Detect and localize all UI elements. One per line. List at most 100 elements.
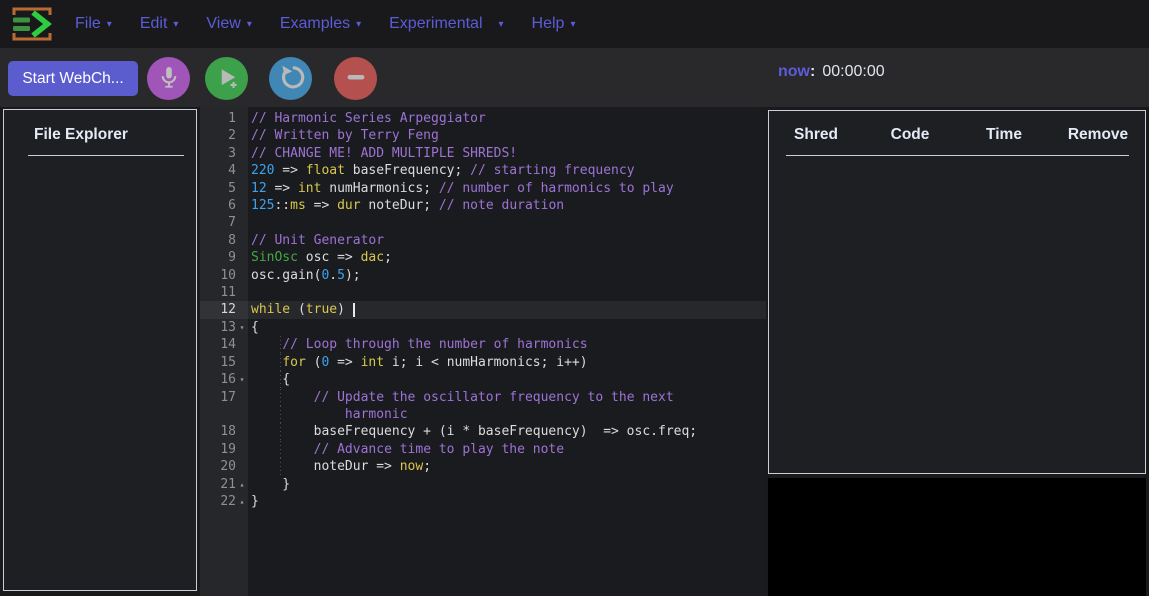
gutter-cell[interactable]: 9: [200, 249, 248, 266]
gutter-cell[interactable]: [200, 406, 248, 423]
menu-examples[interactable]: Examples▾: [280, 15, 361, 33]
gutter-cell[interactable]: 22▴: [200, 493, 248, 510]
gutter-cell[interactable]: 16▾: [200, 371, 248, 388]
token: // starting frequency: [470, 163, 634, 178]
code-editor[interactable]: 1// Harmonic Series Arpeggiator2// Writt…: [200, 107, 766, 596]
menu-edit-label: Edit: [140, 15, 168, 33]
gutter-cell[interactable]: 3: [200, 145, 248, 162]
toolbar: Start WebCh...: [0, 48, 1149, 107]
remove-shred-button[interactable]: [334, 57, 377, 100]
code-line-wrap[interactable]: harmonic: [200, 406, 766, 423]
fold-up-icon[interactable]: ▴: [236, 476, 248, 493]
token: // CHANGE ME! ADD MULTIPLE SHREDS!: [251, 146, 517, 161]
code-line-15[interactable]: 15 for (0 => int i; i < numHarmonics; i+…: [200, 354, 766, 371]
code-line-18[interactable]: 18 baseFrequency + (i * baseFrequency) =…: [200, 423, 766, 440]
code-text[interactable]: // Update the oscillator frequency to th…: [248, 389, 766, 406]
replace-shred-button[interactable]: [269, 57, 312, 100]
gutter-cell[interactable]: 14: [200, 336, 248, 353]
code-line-6[interactable]: 6125::ms => dur noteDur; // note duratio…: [200, 197, 766, 214]
code-line-11[interactable]: 11: [200, 284, 766, 301]
code-line-3[interactable]: 3// CHANGE ME! ADD MULTIPLE SHREDS!: [200, 145, 766, 162]
code-text[interactable]: 220 => float baseFrequency; // starting …: [248, 162, 766, 179]
gutter-cell[interactable]: 6: [200, 197, 248, 214]
code-text[interactable]: }: [248, 493, 766, 510]
code-text[interactable]: {: [248, 319, 766, 336]
gutter-cell[interactable]: 21▴: [200, 476, 248, 493]
code-line-4[interactable]: 4220 => float baseFrequency; // starting…: [200, 162, 766, 179]
start-webchuck-button[interactable]: Start WebCh...: [8, 61, 138, 96]
gutter-cell[interactable]: 12: [200, 301, 248, 318]
gutter-cell[interactable]: 18: [200, 423, 248, 440]
gutter-cell[interactable]: 19: [200, 441, 248, 458]
remove-shred-icon: [342, 63, 370, 94]
menu-experimental[interactable]: Experimental▾: [389, 15, 503, 33]
code-text[interactable]: // Advance time to play the note: [248, 441, 766, 458]
gutter-cell[interactable]: 13▾: [200, 319, 248, 336]
chevron-down-icon: ▾: [247, 20, 252, 30]
code-line-19[interactable]: 19 // Advance time to play the note: [200, 441, 766, 458]
gutter-cell[interactable]: 1: [200, 110, 248, 127]
token: [251, 390, 314, 405]
code-line-22[interactable]: 22▴}: [200, 493, 766, 510]
add-shred-button[interactable]: [205, 57, 248, 100]
code-line-9[interactable]: 9SinOsc osc => dac;: [200, 249, 766, 266]
token: ;: [423, 459, 431, 474]
gutter-cell[interactable]: 10: [200, 267, 248, 284]
gutter-cell[interactable]: 11: [200, 284, 248, 301]
menu-help[interactable]: Help▾: [532, 15, 576, 33]
fold-down-icon[interactable]: ▾: [236, 319, 248, 336]
code-text[interactable]: while (true): [248, 301, 766, 318]
gutter-cell[interactable]: 4: [200, 162, 248, 179]
code-line-21[interactable]: 21▴ }: [200, 476, 766, 493]
code-line-7[interactable]: 7: [200, 214, 766, 231]
code-text[interactable]: for (0 => int i; i < numHarmonics; i++): [248, 354, 766, 371]
token: dac: [361, 250, 384, 265]
code-text[interactable]: // Loop through the number of harmonics: [248, 336, 766, 353]
code-line-14[interactable]: 14 // Loop through the number of harmoni…: [200, 336, 766, 353]
code-line-13[interactable]: 13▾{: [200, 319, 766, 336]
code-text[interactable]: SinOsc osc => dac;: [248, 249, 766, 266]
code-text[interactable]: // Harmonic Series Arpeggiator: [248, 110, 766, 127]
gutter-cell[interactable]: 5: [200, 180, 248, 197]
fold-up-icon[interactable]: ▴: [236, 493, 248, 510]
code-text[interactable]: [248, 284, 766, 301]
token: }: [251, 494, 259, 509]
code-text[interactable]: // CHANGE ME! ADD MULTIPLE SHREDS!: [248, 145, 766, 162]
code-line-17[interactable]: 17 // Update the oscillator frequency to…: [200, 389, 766, 406]
gutter-cell[interactable]: 7: [200, 214, 248, 231]
code-text[interactable]: {: [248, 371, 766, 388]
code-text[interactable]: harmonic: [248, 406, 766, 423]
code-line-16[interactable]: 16▾ {: [200, 371, 766, 388]
gutter-cell[interactable]: 2: [200, 127, 248, 144]
code-text[interactable]: // Unit Generator: [248, 232, 766, 249]
gutter-cell[interactable]: 8: [200, 232, 248, 249]
menu-edit[interactable]: Edit▾: [140, 15, 179, 33]
gutter-cell[interactable]: 17: [200, 389, 248, 406]
code-text[interactable]: baseFrequency + (i * baseFrequency) => o…: [248, 423, 766, 440]
menu-file[interactable]: File▾: [75, 15, 112, 33]
code-line-8[interactable]: 8// Unit Generator: [200, 232, 766, 249]
chuck-logo-icon: [9, 4, 55, 44]
file-explorer-divider: [28, 155, 184, 156]
menu-view[interactable]: View▾: [206, 15, 251, 33]
code-text[interactable]: }: [248, 476, 766, 493]
code-text[interactable]: 12 => int numHarmonics; // number of har…: [248, 180, 766, 197]
code-line-1[interactable]: 1// Harmonic Series Arpeggiator: [200, 110, 766, 127]
code-text[interactable]: noteDur => now;: [248, 458, 766, 475]
gutter-cell[interactable]: 20: [200, 458, 248, 475]
chuck-time-display: now:00:00:00: [778, 63, 885, 81]
microphone-button[interactable]: [147, 57, 190, 100]
code-text[interactable]: [248, 214, 766, 231]
line-number: 5: [228, 180, 236, 197]
code-text[interactable]: 125::ms => dur noteDur; // note duration: [248, 197, 766, 214]
line-number: 19: [220, 441, 236, 458]
code-text[interactable]: // Written by Terry Feng: [248, 127, 766, 144]
code-line-12[interactable]: 12while (true): [200, 301, 766, 318]
code-line-20[interactable]: 20 noteDur => now;: [200, 458, 766, 475]
code-line-10[interactable]: 10osc.gain(0.5);: [200, 267, 766, 284]
fold-down-icon[interactable]: ▾: [236, 371, 248, 388]
code-text[interactable]: osc.gain(0.5);: [248, 267, 766, 284]
code-line-2[interactable]: 2// Written by Terry Feng: [200, 127, 766, 144]
gutter-cell[interactable]: 15: [200, 354, 248, 371]
code-line-5[interactable]: 5 12 => int numHarmonics; // number of ha…: [200, 180, 766, 197]
